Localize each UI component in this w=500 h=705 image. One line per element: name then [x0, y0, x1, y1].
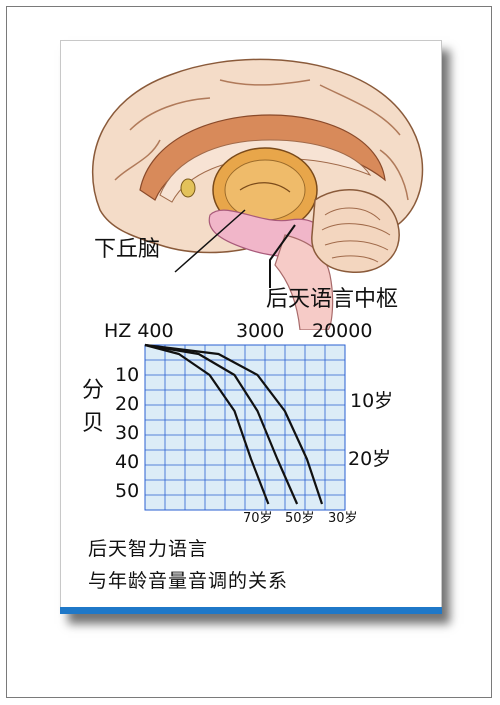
curve-label-10: 10岁 [350, 390, 394, 412]
card-bottom-bar [60, 607, 442, 614]
x-tick-20000: 20000 [312, 320, 373, 342]
curve-label-20: 20岁 [348, 448, 392, 470]
y-tick-40: 40 [115, 451, 140, 473]
y-tick-20: 20 [115, 393, 140, 415]
y-tick-50: 50 [115, 480, 140, 502]
curve-label-30: 30岁 [328, 511, 358, 526]
x-tick-400: HZ 400 [104, 320, 174, 342]
y-tick-30: 30 [115, 422, 140, 444]
y-tick-10: 10 [115, 364, 140, 386]
caption-line-1: 后天智力语言 [88, 538, 209, 560]
curve-label-50: 50岁 [285, 511, 315, 526]
caption-line-2: 与年龄音量音调的关系 [88, 570, 289, 592]
hearing-chart [144, 343, 346, 511]
y-axis-label-char-2: 贝 [82, 411, 105, 436]
x-tick-3000: 3000 [236, 320, 285, 342]
curve-label-70: 70岁 [243, 511, 273, 526]
y-axis-label-char-1: 分 [82, 378, 105, 403]
